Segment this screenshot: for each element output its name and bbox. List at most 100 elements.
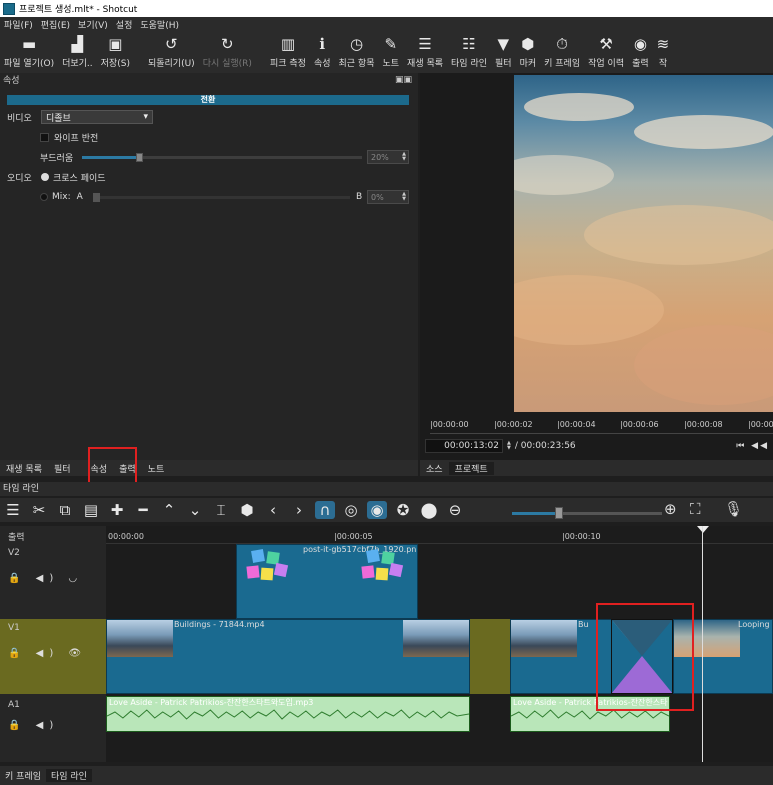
ripple-all-icon[interactable]: ✪ xyxy=(390,501,416,519)
mix-value: 0% xyxy=(371,192,384,202)
tab-timeline[interactable]: 타임 라인 xyxy=(45,769,92,782)
tab-filters[interactable]: 필터 xyxy=(48,462,77,475)
transition-banner: 전환 xyxy=(7,95,409,105)
redo-button[interactable]: ↻ 다시 실행(R) xyxy=(199,31,256,73)
info-button[interactable]: ℹ 속성 xyxy=(310,31,335,73)
spin-arrows-icon[interactable]: ▲ ▼ xyxy=(402,192,406,202)
video-row: 비디오 디졸브 ▾ xyxy=(7,110,153,124)
properties-panel-title: 속성 xyxy=(3,76,20,86)
filter-button[interactable]: ▼ 필터 xyxy=(491,31,516,73)
filter-icon: ▼ xyxy=(497,35,510,53)
track-controls-icon[interactable]: 🔒 ◀) ◡ xyxy=(8,573,83,584)
toolbar-label: 타임 라인 xyxy=(451,59,488,69)
folder-open-button[interactable]: ▬ 파일 열기(O) xyxy=(0,31,58,73)
zoom-in-icon[interactable]: ⊕ xyxy=(664,500,677,518)
toolbar-label: 다시 실행(R) xyxy=(202,59,252,69)
jobs-button[interactable]: ≋ 작 xyxy=(653,31,674,73)
tab-source[interactable]: 소스 xyxy=(420,462,449,475)
cut-icon[interactable]: ✂ xyxy=(26,501,52,519)
softness-slider-handle[interactable] xyxy=(136,153,143,162)
zoom-slider-handle[interactable] xyxy=(555,507,563,519)
overwrite-icon[interactable]: ⌄ xyxy=(182,501,208,519)
mix-radio[interactable] xyxy=(40,193,48,201)
a1-audio-clip[interactable]: Love Aside - Patrick Patrikios-잔잔한스타트와도입… xyxy=(106,696,470,732)
peak-meter-button[interactable]: ▥ 피크 측정 xyxy=(266,31,310,73)
spin-arrows-icon[interactable]: ▲ ▼ xyxy=(402,152,406,162)
append-icon[interactable]: ✚ xyxy=(104,501,130,519)
panel-float-close-icon[interactable]: ▣▣ xyxy=(395,75,412,85)
tab-project[interactable]: 프로젝트 xyxy=(448,461,494,475)
folder-open-icon: ▬ xyxy=(21,35,37,53)
export-button[interactable]: ◉ 출력 xyxy=(628,31,653,73)
menu-file[interactable]: 파일(F) xyxy=(0,18,37,31)
transport-controls-icon[interactable]: ⏮ ◀◀ xyxy=(736,441,769,451)
properties-panel-header: 속성 ▣▣ xyxy=(0,73,418,87)
record-audio-icon[interactable]: 🎙 xyxy=(724,500,743,518)
ripple-markers-icon[interactable]: ⬤ xyxy=(416,501,442,519)
timecode-spin-icon[interactable]: ▲ ▼ xyxy=(507,441,511,451)
zoom-fit-icon[interactable]: ⛶ xyxy=(690,500,701,518)
viewer-ruler[interactable]: |00:00:00 |00:00:02 |00:00:04 |00:00:06 … xyxy=(430,416,773,434)
jobs-icon: ≋ xyxy=(656,35,670,53)
wipe-invert-label: 와이프 반전 xyxy=(54,133,99,144)
menu-help[interactable]: 도움말(H) xyxy=(136,18,183,31)
wipe-invert-checkbox[interactable] xyxy=(40,132,49,142)
tab-keyframes[interactable]: 키 프레임 xyxy=(0,769,46,782)
tab-playlist[interactable]: 재생 목록 xyxy=(0,462,48,475)
softness-spinbox[interactable]: 20% ▲ ▼ xyxy=(367,150,409,164)
playhead-line[interactable] xyxy=(702,526,703,762)
video-label: 비디오 xyxy=(7,113,32,124)
track-controls-icon[interactable]: 🔒 ◀) 👁 xyxy=(8,648,87,659)
toolbar-label: 마커 xyxy=(519,59,537,69)
timeline-button[interactable]: ☷ 타임 라인 xyxy=(447,31,491,73)
remove-icon[interactable]: ━ xyxy=(130,501,156,519)
undo-button[interactable]: ↺ 되돌리기(U) xyxy=(144,31,199,73)
timeline-ruler-tick: |00:00:10 xyxy=(562,532,601,541)
ripple-icon[interactable]: ◉ xyxy=(367,501,387,519)
scrub-icon[interactable]: ◎ xyxy=(338,501,364,519)
history-button[interactable]: ⚒ 작업 이력 xyxy=(584,31,628,73)
mix-slider[interactable] xyxy=(100,196,350,199)
v1-gap[interactable] xyxy=(470,619,510,694)
playlist-button[interactable]: ☰ 재생 목록 xyxy=(403,31,447,73)
playhead-handle[interactable] xyxy=(697,526,709,533)
menu-view[interactable]: 보기(V) xyxy=(74,18,112,31)
notes-button[interactable]: ✎ 노트 xyxy=(378,31,403,73)
menu-settings[interactable]: 설정 xyxy=(112,18,137,31)
more-button[interactable]: ▟ 더보기.. xyxy=(58,31,97,73)
lift-icon[interactable]: ⌃ xyxy=(156,501,182,519)
timeline-ruler[interactable]: 00:00:00 |00:00:05 |00:00:10 xyxy=(106,526,773,544)
next-marker-icon[interactable]: › xyxy=(286,501,312,519)
track-head-v1[interactable]: V1 🔒 ◀) 👁 xyxy=(0,619,106,694)
track-head-a1[interactable]: A1 🔒 ◀) xyxy=(0,696,106,736)
v2-image-clip[interactable]: post-it-gb517cbf7b_1920.pn xyxy=(236,544,418,619)
audio-waveform xyxy=(107,709,469,720)
tab-notes[interactable]: 노트 xyxy=(142,462,171,475)
track-head-v2[interactable]: V2 🔒 ◀) ◡ xyxy=(0,544,106,619)
copy-icon[interactable]: ⧉ xyxy=(52,501,78,519)
menu-edit[interactable]: 편집(E) xyxy=(37,18,74,31)
v1-video-clip[interactable]: Buildings - 71844.mp4 xyxy=(106,619,470,694)
paste-icon[interactable]: ▤ xyxy=(78,501,104,519)
snap-icon[interactable]: ∩ xyxy=(315,501,335,519)
notes-icon: ✎ xyxy=(384,35,398,53)
video-viewer: |00:00:00 |00:00:02 |00:00:04 |00:00:06 … xyxy=(420,73,773,476)
marker-icon[interactable]: ⬢ xyxy=(234,501,260,519)
crossfade-radio[interactable] xyxy=(41,173,49,181)
prev-marker-icon[interactable]: ‹ xyxy=(260,501,286,519)
timecode-input[interactable]: 00:00:13:02 xyxy=(425,439,503,453)
mix-slider-handle[interactable] xyxy=(93,193,100,202)
total-duration: / 00:00:23:56 xyxy=(514,441,576,451)
timeline-ruler-tick: 00:00:00 xyxy=(108,532,144,541)
timeline-menu-icon[interactable]: ☰ xyxy=(0,501,26,519)
video-transition-select[interactable]: 디졸브 ▾ xyxy=(41,110,153,124)
track-controls-icon[interactable]: 🔒 ◀) xyxy=(8,720,59,731)
recent-button[interactable]: ◷ 최근 항목 xyxy=(335,31,379,73)
keyframe-button[interactable]: ⏱ 키 프레임 xyxy=(540,31,584,73)
mix-spinbox[interactable]: 0% ▲ ▼ xyxy=(367,190,409,204)
save-button[interactable]: ▣ 저장(S) xyxy=(97,31,134,73)
marker-button[interactable]: ⬢ 마커 xyxy=(516,31,541,73)
zoom-out-icon[interactable]: ⊖ xyxy=(442,501,468,519)
sticky-notes-thumbnail xyxy=(361,549,407,581)
split-icon[interactable]: ⌶ xyxy=(208,501,234,519)
